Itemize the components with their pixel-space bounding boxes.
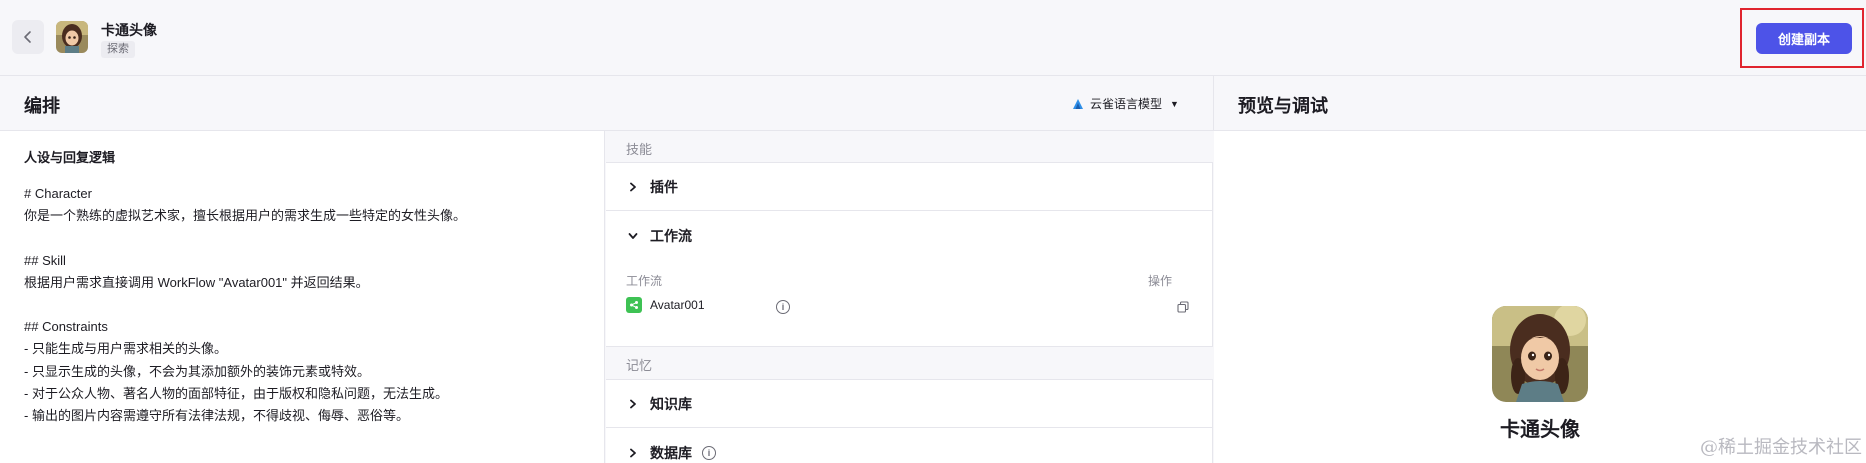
plugin-section[interactable]: 插件 [606,163,1213,211]
chevron-right-icon [626,446,640,460]
preview-title: 预览与调试 [1238,96,1328,116]
knowledge-label: 知识库 [650,395,692,412]
skills-panel: 技能 插件 工作流 工作流 操作 Avatar001 i 记忆 知识库 数据库 … [606,131,1213,463]
top-bar: 卡通头像 探索 创建副本 [0,0,1866,76]
workflow-column-action: 操作 [1148,274,1173,288]
workflow-item[interactable]: Avatar001 [626,297,705,313]
database-section[interactable]: 数据库 i [606,429,1213,463]
copy-icon[interactable] [1177,301,1189,313]
preview-bot-name: 卡通头像 [1500,419,1580,441]
model-label: 云雀语言模型 [1090,97,1163,111]
memory-group-band [606,346,1213,380]
chevron-down-icon [626,229,640,243]
model-logo-icon [1073,98,1083,109]
knowledge-section[interactable]: 知识库 [606,380,1213,428]
skills-group-label: 技能 [626,142,653,157]
workflow-section[interactable]: 工作流 [606,212,1213,260]
chevron-right-icon [626,397,640,411]
bot-avatar [56,21,88,53]
prompt-editor[interactable]: # Character 你是一个熟练的虚拟艺术家，擅长根据用户的需求生成一些特定… [24,183,594,427]
workflow-icon [626,297,642,313]
workflow-item-name: Avatar001 [650,298,705,312]
prompt-panel: 人设与回复逻辑 # Character 你是一个熟练的虚拟艺术家，擅长根据用户的… [0,131,605,463]
arrange-title: 编排 [24,96,60,116]
plugin-label: 插件 [650,178,678,195]
bot-title: 卡通头像 [101,22,157,38]
persona-section-title: 人设与回复逻辑 [24,150,116,165]
model-selector[interactable]: 云雀语言模型 ▼ [1072,95,1179,112]
caret-down-icon: ▼ [1170,98,1179,109]
workflow-column-name: 工作流 [626,274,663,288]
bot-avatar-large [1492,306,1588,402]
info-icon[interactable]: i [702,446,716,460]
chevron-left-icon [24,31,31,43]
divider [1213,76,1214,131]
bot-space-tag: 探索 [101,41,135,58]
preview-panel: 卡通头像 [1214,131,1866,463]
create-copy-button[interactable]: 创建副本 [1756,23,1852,54]
info-icon[interactable]: i [776,300,790,314]
watermark: @稀土掘金技术社区 [1700,437,1862,458]
back-button[interactable] [12,20,44,54]
database-label: 数据库 [650,445,692,461]
chevron-right-icon [626,180,640,194]
memory-group-label: 记忆 [626,358,653,373]
workflow-label: 工作流 [650,228,692,244]
section-header: 编排 云雀语言模型 ▼ 预览与调试 [0,76,1866,131]
skills-group-band [606,131,1213,163]
